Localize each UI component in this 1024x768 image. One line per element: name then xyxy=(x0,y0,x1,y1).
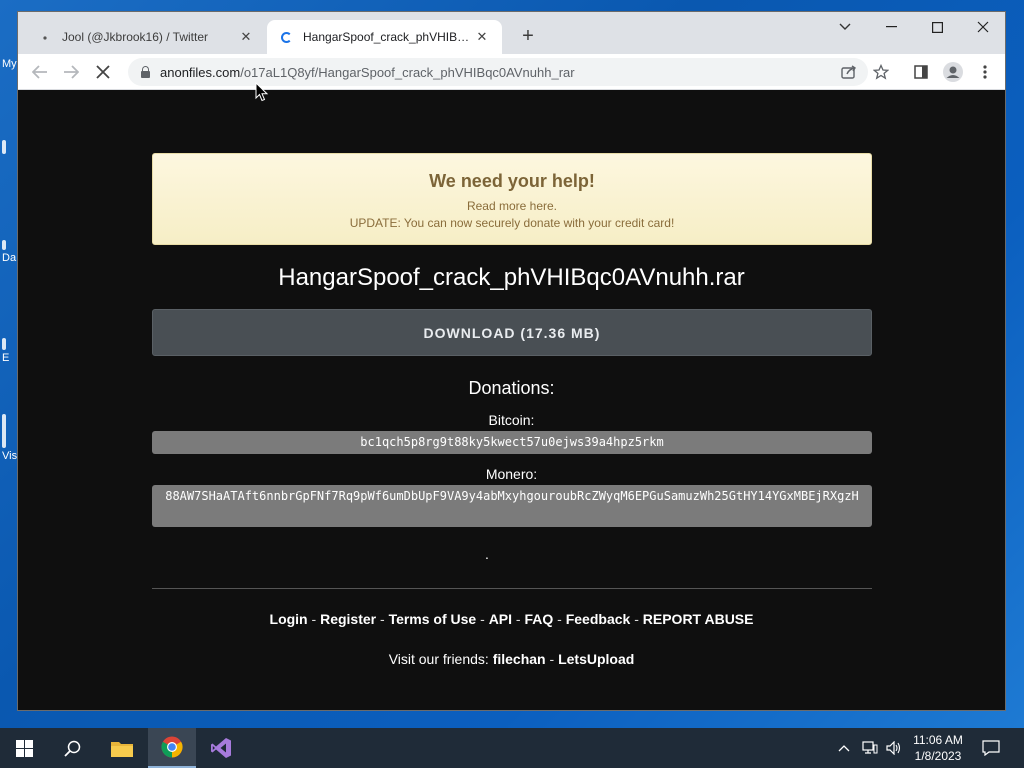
bookmark-star-icon[interactable] xyxy=(869,60,893,84)
clock-time: 11:06 AM xyxy=(913,733,963,747)
side-panel-icon[interactable] xyxy=(909,60,933,84)
file-explorer-icon[interactable] xyxy=(98,728,146,768)
login-link[interactable]: Login xyxy=(270,611,308,627)
show-hidden-icons-icon[interactable] xyxy=(838,728,850,768)
file-name: HangarSpoof_crack_phVHIBqc0AVnuhh.rar xyxy=(278,264,745,291)
app-icon xyxy=(2,140,6,154)
bitcoin-address[interactable]: bc1qch5p8rg9t88ky5kwect57u0ejws39a4hpz5r… xyxy=(152,431,872,454)
footer-divider xyxy=(152,588,872,589)
terms-link[interactable]: Terms of Use xyxy=(389,611,477,627)
desktop-icon-my[interactable]: My xyxy=(2,58,17,70)
letsupload-link[interactable]: LetsUpload xyxy=(558,651,634,667)
dot-text: . xyxy=(485,546,489,562)
tab-anonfiles[interactable]: HangarSpoof_crack_phVHIBqc0A ✕ xyxy=(267,20,502,54)
tab-twitter[interactable]: Jool (@Jkbrook16) / Twitter ✕ xyxy=(26,20,266,54)
bitcoin-label: Bitcoin: xyxy=(488,412,535,428)
tab-strip: Jool (@Jkbrook16) / Twitter ✕ HangarSpoo… xyxy=(18,12,1005,54)
back-icon[interactable] xyxy=(28,60,52,84)
chrome-icon[interactable] xyxy=(148,728,196,768)
desktop-icon-e[interactable]: E xyxy=(2,338,9,364)
app-icon xyxy=(2,338,6,350)
notification-center-icon[interactable] xyxy=(982,728,1000,768)
download-button[interactable]: DOWNLOAD (17.36 MB) xyxy=(152,309,872,356)
desktop-icon-label: Vis xyxy=(2,450,18,462)
volume-icon[interactable] xyxy=(886,728,902,768)
register-link[interactable]: Register xyxy=(320,611,376,627)
filechan-link[interactable]: filechan xyxy=(493,651,546,667)
desktop-icon-label: E xyxy=(2,352,10,364)
api-link[interactable]: API xyxy=(489,611,512,627)
browser-window: Jool (@Jkbrook16) / Twitter ✕ HangarSpoo… xyxy=(17,11,1006,711)
desktop-icon-vis[interactable]: Vis xyxy=(2,414,17,462)
new-tab-icon[interactable]: + xyxy=(518,25,538,48)
friends-line: Visit our friends: filechan - LetsUpload xyxy=(388,651,635,667)
tab-title: HangarSpoof_crack_phVHIBqc0A xyxy=(303,30,474,44)
page-content: We need your help! Read more here. UPDAT… xyxy=(18,90,1005,710)
taskbar: 11:06 AM 1/8/2023 xyxy=(0,728,1024,768)
app-icon xyxy=(2,240,6,250)
read-more-link[interactable]: Read more here. xyxy=(153,198,871,215)
monero-label: Monero: xyxy=(485,466,538,482)
tab-title: Jool (@Jkbrook16) / Twitter xyxy=(62,30,209,44)
browser-toolbar: anonfiles.com/o17aL1Q8yf/HangarSpoof_cra… xyxy=(18,54,1005,90)
donation-alert: We need your help! Read more here. UPDAT… xyxy=(152,153,872,245)
menu-kebab-icon[interactable] xyxy=(973,60,997,84)
url-text: anonfiles.com/o17aL1Q8yf/HangarSpoof_cra… xyxy=(160,65,575,80)
close-icon[interactable]: ✕ xyxy=(474,29,490,45)
maximize-icon[interactable] xyxy=(914,12,960,42)
stop-loading-icon[interactable] xyxy=(91,60,115,84)
footer-links: Login - Register - Terms of Use - API - … xyxy=(269,611,754,627)
profile-avatar-icon[interactable] xyxy=(941,60,965,84)
url-path: /o17aL1Q8yf/HangarSpoof_crack_phVHIBqc0A… xyxy=(240,64,575,80)
close-window-icon[interactable] xyxy=(960,12,1006,42)
tab-search-icon[interactable] xyxy=(822,12,868,42)
address-bar[interactable]: anonfiles.com/o17aL1Q8yf/HangarSpoof_cra… xyxy=(128,58,868,86)
friends-prefix: Visit our friends: xyxy=(388,651,489,667)
faq-link[interactable]: FAQ xyxy=(524,611,553,627)
app-icon xyxy=(2,414,6,448)
url-domain: anonfiles.com xyxy=(160,64,241,80)
donations-heading: Donations: xyxy=(468,378,555,398)
desktop-icon-label: My xyxy=(2,58,17,70)
search-icon[interactable] xyxy=(48,728,96,768)
feedback-link[interactable]: Feedback xyxy=(566,611,631,627)
desktop-icon-label: Da xyxy=(2,252,17,264)
desktop-icon-bar[interactable] xyxy=(2,140,6,156)
alert-heading: We need your help! xyxy=(429,171,595,191)
lock-icon xyxy=(141,65,150,78)
loading-spinner-icon xyxy=(279,30,293,44)
visual-studio-icon[interactable] xyxy=(197,728,245,768)
monero-address[interactable]: 88AW7SHaATAft6nnbrGpFNf7Rq9pWf6umDbUpF9V… xyxy=(152,485,872,527)
close-icon[interactable]: ✕ xyxy=(238,29,254,45)
start-button[interactable] xyxy=(0,728,48,768)
loading-dot-icon xyxy=(38,30,52,44)
share-icon[interactable] xyxy=(837,60,861,84)
forward-icon[interactable] xyxy=(59,60,83,84)
minimize-icon[interactable] xyxy=(868,12,914,42)
system-clock[interactable]: 11:06 AM 1/8/2023 xyxy=(906,732,970,764)
clock-date: 1/8/2023 xyxy=(914,749,962,763)
desktop-icon-da[interactable]: Da xyxy=(2,240,16,264)
network-icon[interactable] xyxy=(862,728,878,768)
report-abuse-link[interactable]: REPORT ABUSE xyxy=(643,611,754,627)
alert-update-text: UPDATE: You can now securely donate with… xyxy=(349,216,675,230)
